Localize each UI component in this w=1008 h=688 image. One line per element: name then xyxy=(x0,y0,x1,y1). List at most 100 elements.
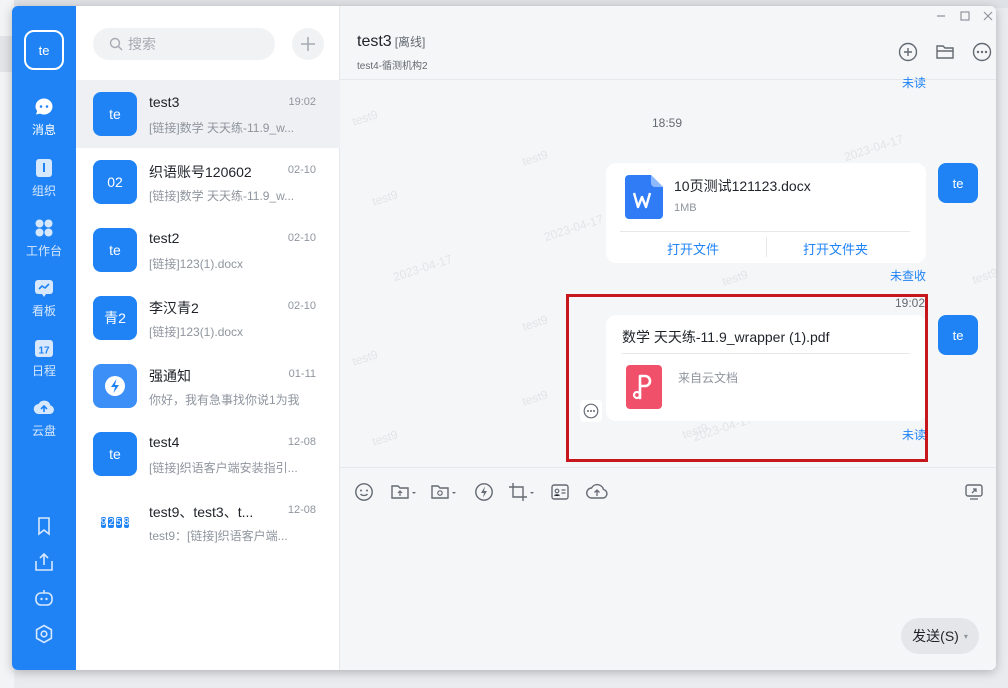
quick-action-icon[interactable] xyxy=(474,482,494,502)
add-button[interactable] xyxy=(292,28,324,60)
time-separator: 18:59 xyxy=(652,116,683,130)
nav-item-messages[interactable]: 消息 xyxy=(12,96,76,148)
nav-item-board[interactable]: 看板 xyxy=(12,277,76,329)
highlight-box xyxy=(566,294,928,462)
settings-icon[interactable] xyxy=(34,624,54,644)
share-upload-icon[interactable] xyxy=(34,552,54,572)
conversation-time: 19:02 xyxy=(288,96,316,108)
nav-item-label: 云盘 xyxy=(31,424,56,438)
avatar: 青2 xyxy=(93,296,137,340)
conversation-item[interactable]: 青2 李汉青2 02-10 [链接]123(1).docx xyxy=(76,284,340,352)
open-folder-button[interactable]: 打开文件夹 xyxy=(803,239,868,258)
chat-subtitle: test4-循测机构2 xyxy=(357,61,428,72)
chevron-down-icon[interactable]: ▾ xyxy=(964,632,968,641)
screenshot-crop-icon[interactable] xyxy=(508,482,536,502)
conversation-item[interactable]: 强通知 01-11 你好，我有急事找你说1为我 xyxy=(76,352,340,420)
notification-avatar xyxy=(93,364,137,408)
minimize-icon[interactable] xyxy=(936,10,946,24)
nav-item-label: 组织 xyxy=(31,184,56,198)
nav-item-cloud-drive[interactable]: 云盘 xyxy=(12,397,76,449)
nav-item-calendar[interactable]: 17 日程 xyxy=(12,337,76,389)
close-icon[interactable] xyxy=(983,10,993,24)
screen-share-icon[interactable] xyxy=(964,482,984,502)
conversation-preview: [链接]数学 天天练-11.9_w... xyxy=(149,121,295,135)
file-name: 10页测试121123.docx xyxy=(674,178,811,194)
conversation-time: 02-10 xyxy=(287,232,316,244)
avatar: te xyxy=(93,432,137,476)
folder-icon[interactable] xyxy=(935,42,955,62)
group-avatar-cell: 5 xyxy=(116,516,122,528)
conversation-list: 搜索 te test3 19:02 [链接]数学 天天练-11.9_w... 0… xyxy=(76,6,340,670)
nav-item-organization[interactable]: 组织 xyxy=(12,157,76,209)
search-placeholder: 搜索 xyxy=(128,36,156,52)
bookmark-icon[interactable] xyxy=(34,516,54,536)
presence-status: [离线] xyxy=(394,35,426,49)
conversation-time: 12-08 xyxy=(287,436,316,448)
divider xyxy=(766,237,767,257)
my-avatar[interactable]: te xyxy=(938,163,978,203)
conversation-time: 12-08 xyxy=(287,504,316,516)
conversation-preview: [链接]织语客户端安装指引... xyxy=(149,461,298,475)
conversation-name: 李汉青2 xyxy=(149,300,199,316)
divider xyxy=(620,231,910,232)
nav-item-label: 日程 xyxy=(31,364,56,378)
watermark: test9 xyxy=(350,347,380,369)
conversation-preview: [链接]数学 天天练-11.9_w... xyxy=(149,189,295,203)
bot-icon[interactable] xyxy=(34,588,54,608)
conversation-time: 01-11 xyxy=(288,368,316,380)
send-button[interactable]: 发送(S) ▾ xyxy=(901,618,979,654)
more-options-icon[interactable] xyxy=(972,42,992,62)
message-composer[interactable]: 发送(S) ▾ xyxy=(340,467,996,670)
conversation-time: 02-10 xyxy=(287,164,316,176)
upload-file-icon[interactable] xyxy=(390,482,418,502)
conversation-item[interactable]: te test2 02-10 [链接]123(1).docx xyxy=(76,216,340,284)
word-document-icon xyxy=(625,175,663,224)
cloud-doc-icon[interactable] xyxy=(430,482,458,502)
app-window: te 消息 组织 工作台 看板 17 日程 云盘 搜索 te test3 19:… xyxy=(12,6,996,670)
conversation-name: 织语账号120602 xyxy=(149,164,252,180)
conversation-name: test4 xyxy=(149,434,180,450)
avatar: te xyxy=(93,92,137,136)
conversation-name: test3 xyxy=(149,94,180,110)
watermark: test9 xyxy=(970,265,996,287)
nav-item-workbench[interactable]: 工作台 xyxy=(12,217,76,269)
conversation-preview: test9：[链接]织语客户端... xyxy=(149,529,288,543)
group-avatar-cell: 8 xyxy=(123,516,130,528)
user-avatar[interactable]: te xyxy=(24,30,64,70)
open-file-button[interactable]: 打开文件 xyxy=(667,239,719,258)
group-avatar-cell: 9 xyxy=(100,516,107,528)
cloud-upload-icon[interactable] xyxy=(586,482,608,502)
add-chat-icon[interactable] xyxy=(898,42,918,62)
avatar: 02 xyxy=(93,160,137,204)
workbench-grid-icon xyxy=(33,217,55,239)
conversation-item[interactable]: 9 2 5 8 test9、test3、t... 12-08 test9：[链接… xyxy=(76,488,340,556)
conversation-name: test9、test3、t... xyxy=(149,504,254,520)
search-input[interactable]: 搜索 xyxy=(93,28,275,60)
chat-panel: test9 test9 test9 2023-04-17 test9 2023-… xyxy=(340,6,996,670)
calendar-icon: 17 xyxy=(33,337,55,359)
emoji-icon[interactable] xyxy=(354,482,374,502)
plus-icon xyxy=(301,37,315,51)
conversation-item[interactable]: 02 织语账号120602 02-10 [链接]数学 天天练-11.9_w... xyxy=(76,148,340,216)
conversation-item[interactable]: te test4 12-08 [链接]织语客户端安装指引... xyxy=(76,420,340,488)
nav-item-label: 看板 xyxy=(31,304,56,318)
watermark: 2023-04-17 xyxy=(842,131,906,165)
organization-icon xyxy=(33,157,55,179)
group-avatar: 9 2 5 8 xyxy=(93,500,137,544)
maximize-icon[interactable] xyxy=(960,10,970,24)
conversation-time: 02-10 xyxy=(287,300,316,312)
watermark: test9 xyxy=(720,267,750,289)
conversation-preview: 你好，我有急事找你说1为我 xyxy=(149,393,300,407)
file-message-card[interactable]: 10页测试121123.docx 1MB 打开文件 打开文件夹 xyxy=(606,163,926,263)
avatar: te xyxy=(93,228,137,272)
conversation-preview: [链接]123(1).docx xyxy=(149,257,244,271)
my-avatar[interactable]: te xyxy=(938,315,978,355)
watermark: test9 xyxy=(520,312,550,334)
nav-item-label: 消息 xyxy=(31,123,56,137)
chat-title: test3 [离线] xyxy=(357,33,426,50)
contact-card-icon[interactable] xyxy=(550,482,570,502)
conversation-item[interactable]: te test3 19:02 [链接]数学 天天练-11.9_w... xyxy=(76,80,340,148)
watermark: test9 xyxy=(520,387,550,409)
watermark: 2023-04-17 xyxy=(391,251,455,285)
watermark: test9 xyxy=(520,147,550,169)
